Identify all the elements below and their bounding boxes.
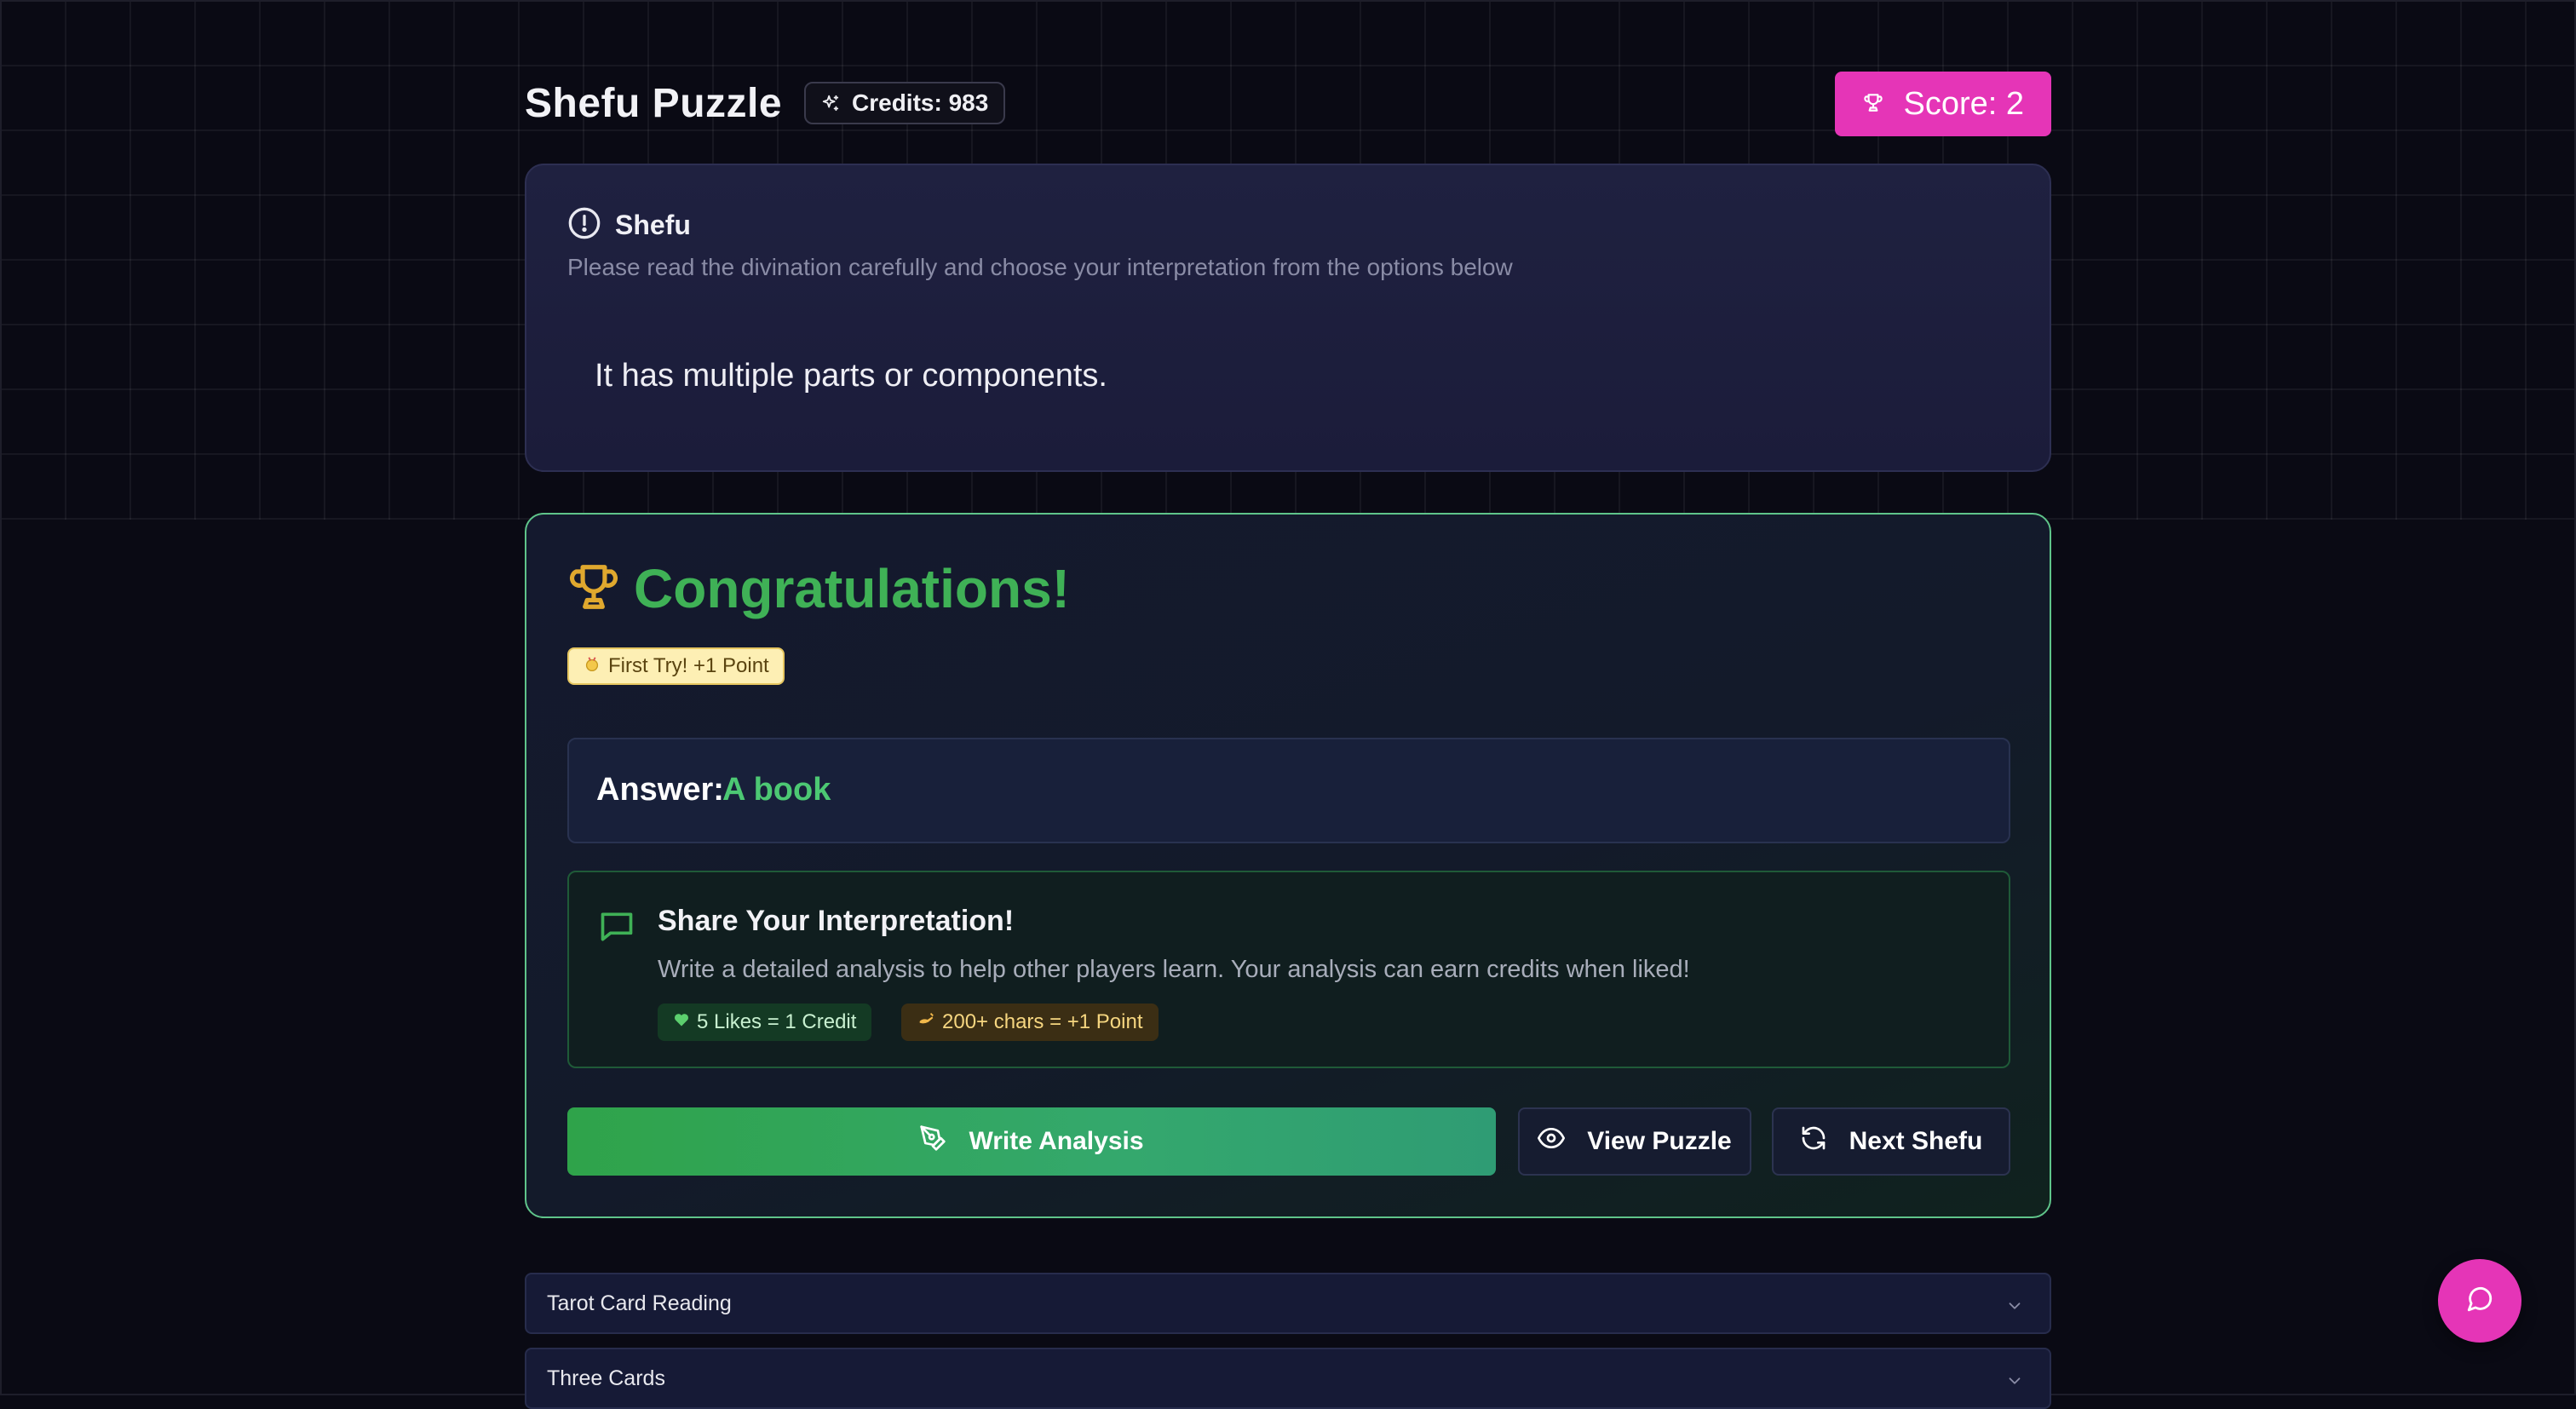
next-shefu-button[interactable]: Next Shefu <box>1772 1107 2010 1176</box>
accordion-label: Three Cards <box>547 1366 665 1390</box>
writing-hand-icon <box>917 1010 935 1035</box>
accordion-tarot-card-reading[interactable]: Tarot Card Reading <box>525 1273 2051 1334</box>
trophy-icon <box>1862 91 1884 118</box>
share-title: Share Your Interpretation! <box>658 905 1015 937</box>
shefu-header: Shefu <box>567 206 691 244</box>
chat-button[interactable] <box>2438 1259 2521 1343</box>
score-badge: Score: 2 <box>1835 72 2051 136</box>
result-header: Congratulations! <box>567 557 1070 620</box>
clue-text: It has multiple parts or components. <box>595 358 1107 394</box>
pen-tool-icon <box>919 1124 946 1159</box>
view-puzzle-button[interactable]: View Puzzle <box>1518 1107 1751 1176</box>
refresh-icon <box>1800 1124 1827 1159</box>
answer-label: Answer: <box>596 772 724 808</box>
eye-icon <box>1538 1124 1566 1159</box>
first-try-label: First Try! +1 Point <box>608 654 769 677</box>
first-try-badge: First Try! +1 Point <box>567 647 785 685</box>
message-circle-icon <box>2465 1285 2494 1318</box>
header: Shefu Puzzle Credits: 983 Score: 2 <box>525 70 2051 138</box>
credits-label: Credits: 983 <box>852 89 989 116</box>
answer-box: Answer: A book <box>567 738 2010 843</box>
message-square-icon <box>598 908 635 950</box>
share-interpretation-box: Share Your Interpretation! Write a detai… <box>567 871 2010 1068</box>
accordion-three-cards[interactable]: Three Cards <box>525 1348 2051 1409</box>
view-puzzle-label: View Puzzle <box>1587 1127 1732 1155</box>
green-heart-icon <box>673 1010 690 1034</box>
chevron-down-icon <box>2005 1372 2024 1395</box>
congrats-title: Congratulations! <box>634 558 1070 619</box>
likes-reward-label: 5 Likes = 1 Credit <box>697 1010 857 1033</box>
medal-icon <box>583 655 601 678</box>
score-label: Score: 2 <box>1903 85 2024 122</box>
result-card: Congratulations! First Try! +1 Point Ans… <box>525 513 2051 1218</box>
next-shefu-label: Next Shefu <box>1849 1127 1983 1155</box>
share-description: Write a detailed analysis to help other … <box>658 956 1690 983</box>
likes-reward-tag: 5 Likes = 1 Credit <box>658 1004 872 1041</box>
shefu-description: Please read the divination carefully and… <box>567 254 1513 280</box>
shefu-card: Shefu Please read the divination careful… <box>525 164 2051 472</box>
write-analysis-label: Write Analysis <box>969 1127 1144 1155</box>
sparkles-icon <box>821 94 840 112</box>
accordion-label: Tarot Card Reading <box>547 1291 732 1315</box>
chevron-down-icon <box>2005 1297 2024 1320</box>
credits-badge: Credits: 983 <box>804 82 1006 124</box>
write-analysis-button[interactable]: Write Analysis <box>567 1107 1496 1176</box>
answer-value: A book <box>722 772 831 808</box>
chars-reward-tag: 200+ chars = +1 Point <box>901 1004 1159 1041</box>
alert-circle-icon <box>567 206 601 244</box>
chars-reward-label: 200+ chars = +1 Point <box>942 1010 1143 1033</box>
trophy-icon <box>567 561 620 618</box>
shefu-title: Shefu <box>615 210 691 240</box>
page-title: Shefu Puzzle <box>525 81 783 126</box>
